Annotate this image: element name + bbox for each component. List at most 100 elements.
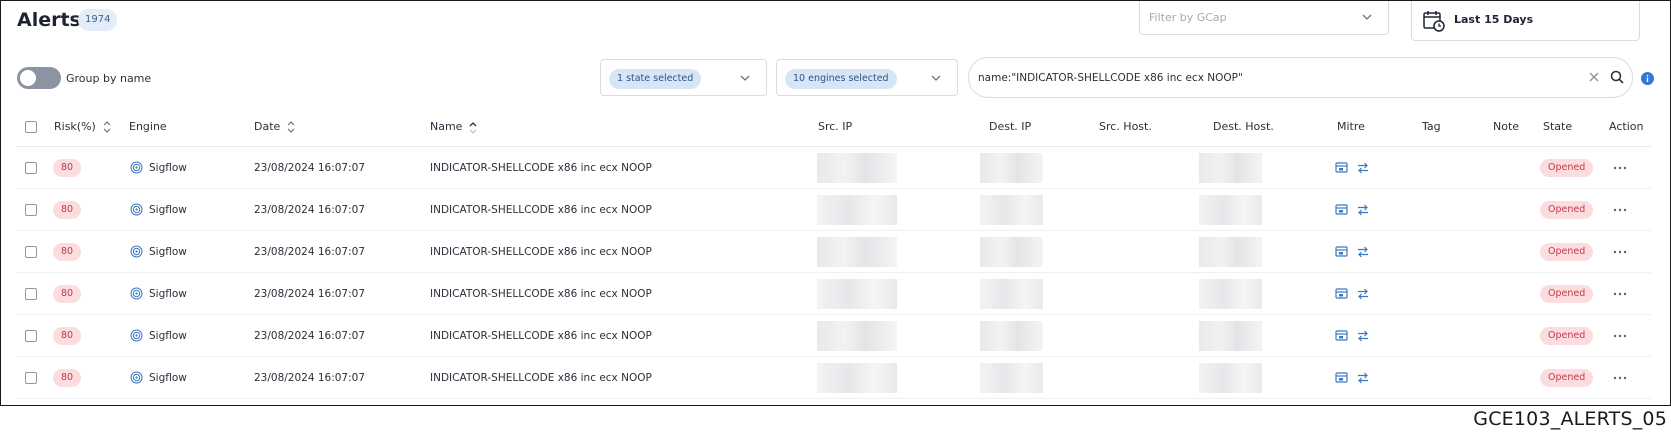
alert-count-badge: 1974 — [78, 9, 118, 31]
table-row[interactable]: 80 Sigflow 23/08/2024 16:07:07 INDICATOR-SH… — [17, 357, 1651, 399]
state-cell: Opened — [1540, 189, 1594, 230]
dest-ip-redacted — [980, 363, 1043, 393]
more-actions-icon — [1613, 292, 1627, 295]
mitre-cell[interactable] — [1335, 147, 1370, 188]
mitre-tactic-icon — [1335, 245, 1348, 257]
chevron-down-icon — [740, 75, 750, 81]
row-checkbox[interactable] — [25, 329, 37, 342]
risk-cell: 80 — [53, 147, 82, 188]
risk-cell: 80 — [53, 189, 82, 230]
engine-name: Sigflow — [149, 203, 187, 216]
engine-cell: Sigflow — [130, 357, 187, 398]
swap-arrows-icon — [1358, 372, 1368, 383]
dest-host-redacted — [1199, 237, 1262, 267]
state-cell: Opened — [1540, 273, 1594, 314]
engine-name: Sigflow — [149, 371, 187, 384]
sigflow-engine-icon — [130, 371, 143, 384]
engine-cell: Sigflow — [130, 273, 187, 314]
swap-arrows-icon — [1358, 330, 1368, 341]
engine-cell: Sigflow — [130, 147, 187, 188]
row-checkbox[interactable] — [25, 161, 37, 174]
info-icon[interactable] — [1641, 72, 1654, 85]
group-by-name-toggle[interactable] — [17, 67, 61, 89]
dest-host-redacted — [1199, 321, 1262, 351]
clear-icon[interactable] — [1586, 69, 1602, 85]
state-badge: Opened — [1540, 158, 1594, 177]
alert-name-cell[interactable]: INDICATOR-SHELLCODE x86 inc ecx NOOP — [430, 315, 652, 356]
swap-arrows-icon — [1358, 288, 1368, 299]
alert-name-cell[interactable]: INDICATOR-SHELLCODE x86 inc ecx NOOP — [430, 147, 652, 188]
mitre-cell[interactable] — [1335, 357, 1370, 398]
column-name-label: Name — [430, 120, 463, 133]
row-actions-button[interactable] — [1612, 273, 1628, 314]
row-select-cell — [25, 231, 37, 272]
mitre-cell[interactable] — [1335, 231, 1370, 272]
row-select-cell — [25, 189, 37, 230]
state-cell: Opened — [1540, 315, 1594, 356]
alert-name-cell[interactable]: INDICATOR-SHELLCODE x86 inc ecx NOOP — [430, 189, 652, 230]
state-selected-chip: 1 state selected — [609, 69, 702, 89]
table-row[interactable]: 80 Sigflow 23/08/2024 16:07:07 INDICATOR-SH… — [17, 231, 1651, 273]
row-actions-button[interactable] — [1612, 315, 1628, 356]
alert-name-cell[interactable]: INDICATOR-SHELLCODE x86 inc ecx NOOP — [430, 273, 652, 314]
mitre-tactic-icon — [1335, 287, 1348, 299]
column-dest-host: Dest. Host. — [1213, 120, 1274, 133]
image-caption: GCE103_ALERTS_05 — [1473, 408, 1667, 430]
src-ip-redacted — [817, 237, 897, 267]
row-checkbox[interactable] — [25, 371, 37, 384]
more-actions-icon — [1613, 334, 1627, 337]
row-select-cell — [25, 315, 37, 356]
row-actions-button[interactable] — [1612, 231, 1628, 272]
risk-cell: 80 — [53, 357, 82, 398]
row-checkbox[interactable] — [25, 287, 37, 300]
src-ip-redacted — [817, 279, 897, 309]
date-cell: 23/08/2024 16:07:07 — [254, 245, 366, 258]
column-date-label: Date — [254, 120, 281, 133]
row-actions-button[interactable] — [1612, 357, 1628, 398]
chevron-down-icon — [931, 75, 941, 81]
sort-icon — [287, 120, 295, 133]
alert-name-cell[interactable]: INDICATOR-SHELLCODE x86 inc ecx NOOP — [430, 231, 652, 272]
state-filter-select[interactable]: 1 state selected — [600, 59, 767, 96]
calendar-clock-icon — [1423, 11, 1445, 32]
engine-filter-select[interactable]: 10 engines selected — [776, 59, 958, 96]
row-checkbox[interactable] — [25, 203, 37, 216]
column-state: State — [1543, 120, 1573, 133]
search-input[interactable]: name:"INDICATOR-SHELLCODE x86 inc ecx NO… — [968, 57, 1633, 98]
engine-cell: Sigflow — [130, 315, 187, 356]
row-checkbox[interactable] — [25, 245, 37, 258]
sigflow-engine-icon — [130, 203, 143, 216]
mitre-cell[interactable] — [1335, 315, 1370, 356]
column-src-ip: Src. IP — [818, 120, 853, 133]
sigflow-engine-icon — [130, 329, 143, 342]
column-name[interactable]: Name — [430, 107, 479, 146]
dest-ip-redacted — [980, 279, 1043, 309]
column-date[interactable]: Date — [254, 107, 297, 146]
column-dest-ip: Dest. IP — [989, 120, 1032, 133]
table-row[interactable]: 80 Sigflow 23/08/2024 16:07:07 INDICATOR-SH… — [17, 273, 1651, 315]
row-actions-button[interactable] — [1612, 189, 1628, 230]
mitre-cell[interactable] — [1335, 273, 1370, 314]
column-tag: Tag — [1422, 120, 1441, 133]
date-range-picker[interactable]: Last 15 Days — [1411, 1, 1640, 41]
gcap-filter-select[interactable]: Filter by GCap — [1139, 1, 1389, 35]
select-all-checkbox[interactable] — [25, 120, 37, 133]
table-row[interactable]: 80 Sigflow 23/08/2024 16:07:07 INDICATOR-SH… — [17, 147, 1651, 189]
column-risk[interactable]: Risk(%) — [54, 107, 113, 146]
row-actions-button[interactable] — [1612, 147, 1628, 188]
state-badge: Opened — [1540, 326, 1594, 345]
more-actions-icon — [1613, 166, 1627, 169]
alert-name-cell[interactable]: INDICATOR-SHELLCODE x86 inc ecx NOOP — [430, 357, 652, 398]
mitre-cell[interactable] — [1335, 189, 1370, 230]
table-row[interactable]: 80 Sigflow 23/08/2024 16:07:07 INDICATOR-SH… — [17, 189, 1651, 231]
dest-host-redacted — [1199, 279, 1262, 309]
search-icon[interactable] — [1609, 69, 1625, 85]
select-all-cell — [25, 107, 37, 146]
date-cell: 23/08/2024 16:07:07 — [254, 203, 366, 216]
table-row[interactable]: 80 Sigflow 23/08/2024 16:07:07 INDICATOR-SH… — [17, 315, 1651, 357]
src-ip-redacted — [817, 195, 897, 225]
alerts-panel: Alerts 1974 Filter by GCap Last 15 Days … — [0, 0, 1671, 406]
dest-host-redacted — [1199, 153, 1262, 183]
date-cell: 23/08/2024 16:07:07 — [254, 287, 366, 300]
state-badge: Opened — [1540, 242, 1594, 261]
